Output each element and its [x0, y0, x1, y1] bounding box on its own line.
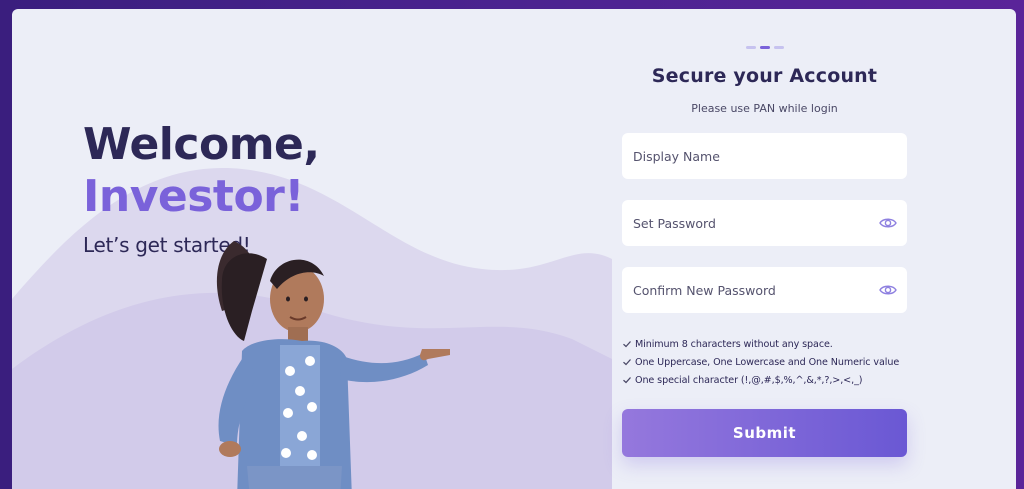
- signup-card: Welcome, Investor! Let’s get started! Se…: [12, 9, 1016, 489]
- submit-button[interactable]: Submit: [622, 409, 907, 457]
- step-dot: [773, 46, 784, 49]
- woman-pointing-illustration: [216, 241, 450, 489]
- check-icon: [623, 359, 631, 366]
- display-name-field: [622, 133, 907, 179]
- form-fields: [622, 133, 907, 313]
- welcome-subject: Investor!: [83, 171, 304, 222]
- check-icon: [623, 377, 631, 384]
- form-subtitle: Please use PAN while login: [691, 102, 838, 115]
- welcome-title: Welcome,: [83, 119, 320, 170]
- welcome-block: Welcome, Investor! Let’s get started!: [83, 119, 320, 257]
- check-icon: [623, 341, 631, 348]
- password-rule-text: One special character (!,@,#,$,%,^,&,*,?…: [635, 374, 863, 386]
- set-password-input[interactable]: [633, 215, 863, 231]
- password-rule: Minimum 8 characters without any space.: [622, 335, 907, 353]
- confirm-password-input[interactable]: [633, 282, 863, 298]
- display-name-input[interactable]: [633, 148, 863, 164]
- eye-icon[interactable]: [879, 282, 897, 298]
- password-rule: One Uppercase, One Lowercase and One Num…: [622, 353, 907, 371]
- set-password-field: [622, 200, 907, 246]
- step-dot-active: [759, 46, 770, 49]
- step-dot: [745, 46, 756, 49]
- secure-account-form: Secure your Account Please use PAN while…: [622, 46, 907, 457]
- confirm-password-field: [622, 267, 907, 313]
- password-rule-text: Minimum 8 characters without any space.: [635, 338, 833, 350]
- password-rules: Minimum 8 characters without any space. …: [622, 335, 907, 389]
- password-rule-text: One Uppercase, One Lowercase and One Num…: [635, 356, 900, 368]
- password-rule: One special character (!,@,#,$,%,^,&,*,?…: [622, 371, 907, 389]
- eye-icon[interactable]: [879, 215, 897, 231]
- step-indicator: [622, 46, 907, 50]
- form-title: Secure your Account: [651, 65, 878, 87]
